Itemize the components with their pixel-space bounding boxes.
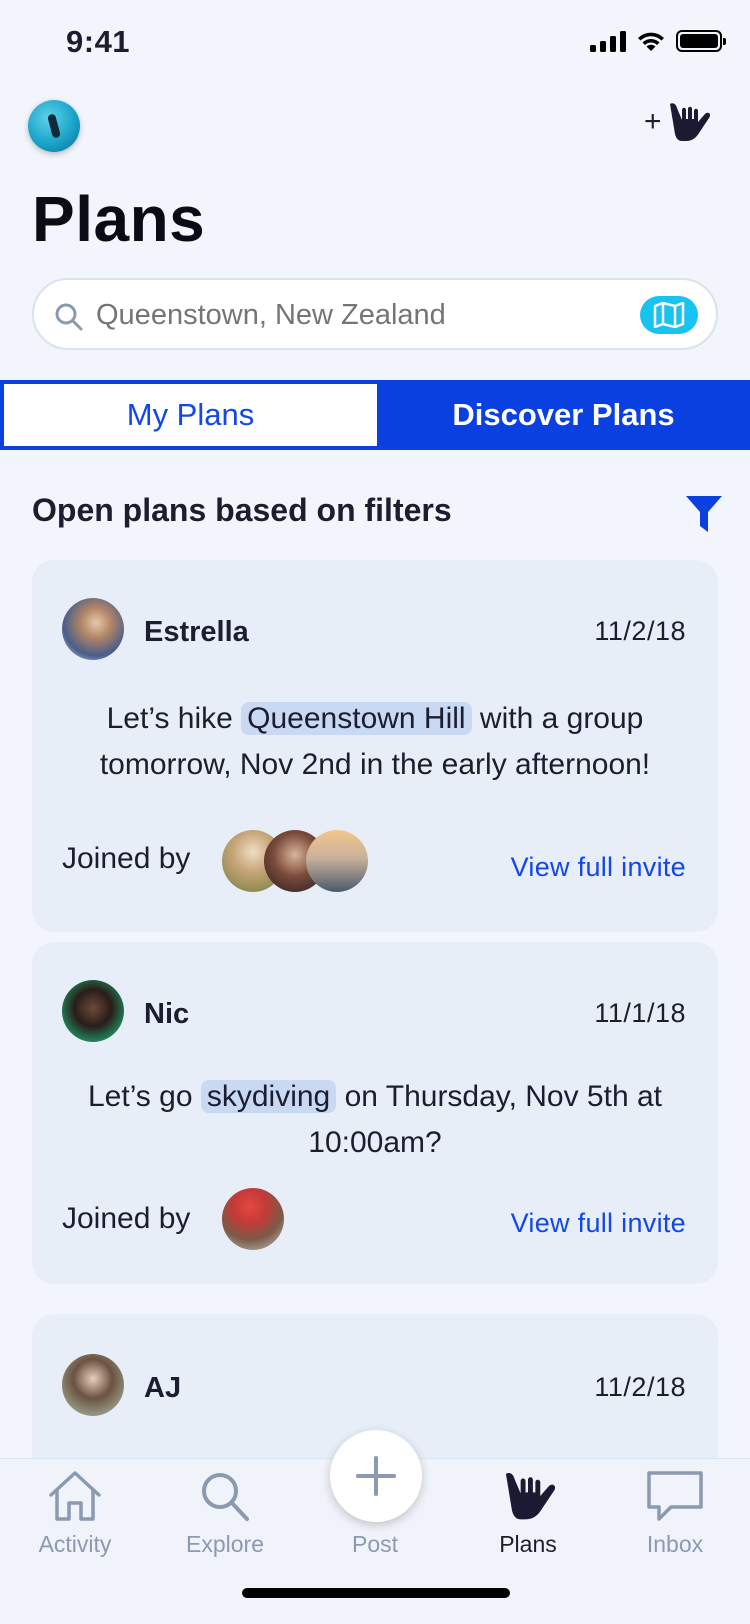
nav-label: Activity bbox=[38, 1531, 112, 1557]
status-time: 9:41 bbox=[66, 24, 131, 59]
plan-activity-highlight[interactable]: skydiving bbox=[200, 1080, 337, 1113]
search-icon bbox=[202, 1473, 249, 1521]
plan-date: 11/2/18 bbox=[594, 1372, 686, 1402]
nav-label: Explore bbox=[186, 1531, 264, 1557]
section-title: Open plans based on filters bbox=[32, 492, 452, 528]
avatar bbox=[306, 830, 368, 892]
nav-label: Inbox bbox=[646, 1531, 704, 1557]
nav-label: Post bbox=[351, 1531, 399, 1557]
view-full-invite-link[interactable]: View full invite bbox=[511, 1208, 686, 1239]
avatar bbox=[62, 598, 124, 660]
plan-author: AJ bbox=[144, 1372, 182, 1404]
joined-avatars bbox=[222, 1188, 284, 1250]
filter-icon[interactable] bbox=[684, 494, 724, 534]
nav-label: Plans bbox=[499, 1531, 557, 1557]
location-search[interactable] bbox=[32, 278, 718, 350]
plan-date: 11/1/18 bbox=[594, 998, 686, 1028]
plan-card[interactable]: Estrella 11/2/18 Let’s hike Queenstown H… bbox=[32, 560, 718, 932]
page-title: Plans bbox=[32, 183, 206, 255]
joined-label: Joined by bbox=[62, 842, 191, 875]
joined-label: Joined by bbox=[62, 1202, 191, 1235]
plan-message: Let’s hike Queenstown Hill with a group … bbox=[99, 702, 651, 781]
plus-icon: + bbox=[644, 105, 662, 138]
avatar bbox=[222, 1188, 284, 1250]
home-icon bbox=[49, 1471, 101, 1521]
plus-icon bbox=[356, 1456, 396, 1496]
plan-date: 11/2/18 bbox=[594, 616, 686, 646]
battery-icon bbox=[676, 30, 726, 52]
profile-avatar[interactable] bbox=[28, 100, 80, 152]
map-view-button[interactable] bbox=[640, 296, 698, 334]
search-input[interactable] bbox=[96, 292, 636, 338]
tab-my-plans[interactable]: My Plans bbox=[4, 384, 377, 446]
shaka-hand-icon bbox=[505, 1472, 556, 1520]
nav-plans[interactable]: Plans bbox=[453, 1469, 603, 1558]
avatar bbox=[62, 980, 124, 1042]
new-plan-button[interactable]: + bbox=[644, 98, 720, 146]
home-indicator bbox=[242, 1588, 510, 1598]
shaka-hand-icon bbox=[669, 103, 710, 141]
plan-card[interactable]: Nic 11/1/18 Let’s go skydiving on Thursd… bbox=[32, 942, 718, 1284]
status-bar: 9:41 bbox=[0, 0, 750, 88]
status-icons bbox=[590, 30, 726, 52]
nav-explore[interactable]: Explore bbox=[150, 1469, 300, 1558]
joined-avatars bbox=[222, 830, 368, 892]
plan-message: Let’s go skydiving on Thursday, Nov 5th … bbox=[87, 1080, 662, 1159]
plans-tabs: My Plans Discover Plans bbox=[0, 380, 750, 450]
view-full-invite-link[interactable]: View full invite bbox=[511, 852, 686, 883]
plan-author: Nic bbox=[144, 998, 190, 1030]
avatar bbox=[62, 1354, 124, 1416]
nav-inbox[interactable]: Inbox bbox=[600, 1469, 750, 1558]
plan-author: Estrella bbox=[144, 616, 249, 648]
wifi-icon bbox=[638, 32, 664, 51]
post-button[interactable] bbox=[330, 1430, 422, 1522]
tab-discover-plans[interactable]: Discover Plans bbox=[377, 380, 750, 450]
search-icon bbox=[55, 303, 83, 331]
nav-activity[interactable]: Activity bbox=[0, 1469, 150, 1558]
chat-bubble-icon bbox=[647, 1471, 703, 1521]
map-icon bbox=[653, 302, 685, 328]
plan-location-highlight[interactable]: Queenstown Hill bbox=[241, 702, 472, 735]
cellular-signal-icon bbox=[590, 30, 626, 52]
